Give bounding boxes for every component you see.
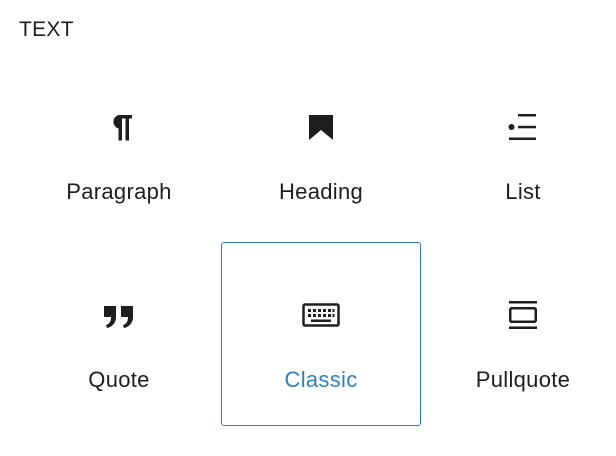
- block-label-classic: Classic: [284, 367, 358, 392]
- block-item-paragraph[interactable]: Paragraph: [19, 54, 219, 238]
- quote-icon: [99, 295, 139, 335]
- block-item-pullquote[interactable]: Pullquote: [423, 242, 616, 426]
- category-title: TEXT: [19, 18, 74, 41]
- keyboard-icon: [301, 295, 341, 335]
- block-label-heading: Heading: [278, 179, 364, 204]
- pullquote-icon: [503, 295, 543, 335]
- block-item-classic[interactable]: Classic: [221, 242, 421, 426]
- bookmark-icon: [301, 107, 341, 147]
- block-label-paragraph: Paragraph: [66, 179, 172, 204]
- block-item-quote[interactable]: Quote: [19, 242, 219, 426]
- list-icon: [503, 107, 543, 147]
- block-item-list[interactable]: List: [423, 54, 616, 238]
- paragraph-icon: [99, 107, 139, 147]
- block-label-quote: Quote: [88, 367, 150, 392]
- block-grid: Paragraph Heading List Quote Classic Pul…: [18, 54, 616, 434]
- block-label-pullquote: Pullquote: [475, 367, 571, 392]
- block-label-list: List: [505, 179, 541, 204]
- block-item-heading[interactable]: Heading: [221, 54, 421, 238]
